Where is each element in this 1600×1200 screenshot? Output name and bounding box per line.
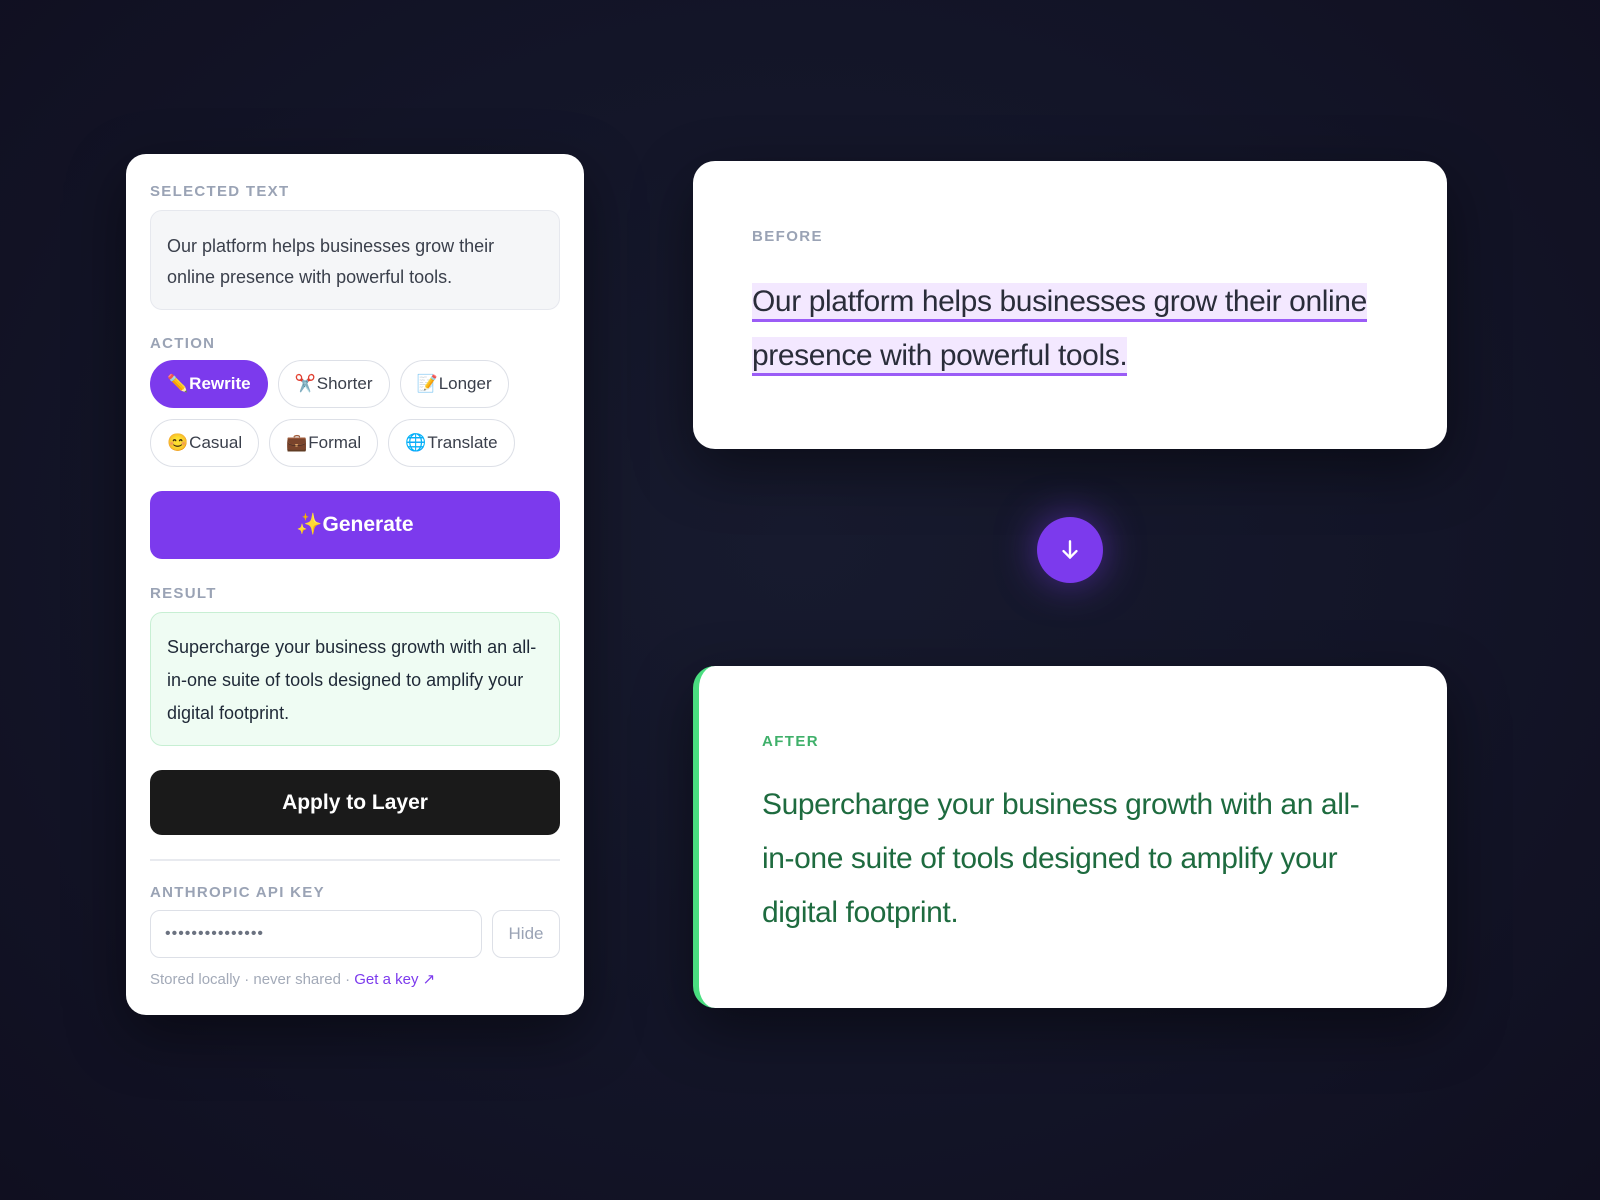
stored-note: Stored locally · never shared · Get a ke…	[150, 970, 560, 988]
pencil-icon: ✏️	[167, 374, 189, 393]
apply-to-layer-button[interactable]: Apply to Layer	[150, 770, 560, 835]
divider	[150, 859, 560, 861]
before-text-line-1: Our platform helps businesses grow their…	[752, 283, 1367, 322]
stored-note-text: Stored locally · never shared ·	[150, 970, 351, 988]
action-chip-label: Casual	[189, 433, 243, 452]
after-label: AFTER	[762, 733, 819, 750]
arrow-down-indicator	[1037, 517, 1103, 583]
action-chip-translate[interactable]: 🌐 Translate	[388, 419, 515, 467]
action-chip-row-1: ✏️ Rewrite ✂️ Shorter 📝 Longer	[150, 360, 560, 408]
api-key-input[interactable]: •••••••••••••••	[150, 909, 482, 958]
scissors-icon: ✂️	[294, 374, 316, 393]
before-card: BEFORE Our platform helps businesses gro…	[693, 161, 1447, 449]
before-text: Our platform helps businesses grow their…	[752, 275, 1389, 383]
result-label: RESULT	[150, 585, 217, 602]
action-chip-formal[interactable]: 💼 Formal	[269, 419, 379, 467]
memo-icon: 📝	[416, 374, 438, 393]
action-chip-label: Rewrite	[189, 374, 251, 393]
after-card: AFTER Supercharge your business growth w…	[693, 666, 1447, 1008]
get-key-link[interactable]: Get a key ↗	[354, 971, 435, 988]
action-chip-label: Shorter	[316, 374, 373, 393]
action-chip-label: Translate	[427, 433, 498, 452]
before-label: BEFORE	[752, 228, 823, 245]
globe-icon: 🌐	[405, 433, 427, 452]
action-chip-label: Formal	[308, 433, 362, 452]
selected-text-label: SELECTED TEXT	[150, 183, 290, 200]
selected-text-box: Our platform helps businesses grow their…	[150, 210, 560, 310]
action-chip-rewrite[interactable]: ✏️ Rewrite	[150, 360, 268, 408]
before-text-line-2: presence with powerful tools.	[752, 337, 1128, 376]
action-chip-row-2: 😊 Casual 💼 Formal 🌐 Translate	[150, 419, 560, 467]
action-chip-casual[interactable]: 😊 Casual	[150, 419, 260, 467]
result-text-box: Supercharge your business growth with an…	[150, 612, 560, 746]
api-key-label: ANTHROPIC API KEY	[150, 883, 325, 901]
smile-icon: 😊	[167, 433, 189, 452]
after-text: Supercharge your business growth with an…	[762, 788, 1360, 929]
action-label: ACTION	[150, 335, 216, 352]
api-key-row: ••••••••••••••• Hide	[150, 909, 560, 958]
action-chip-shorter[interactable]: ✂️ Shorter	[277, 360, 390, 408]
action-chip-longer[interactable]: 📝 Longer	[399, 360, 509, 408]
action-chip-label: Longer	[438, 374, 492, 393]
plugin-panel: SELECTED TEXT Our platform helps busines…	[126, 154, 584, 1015]
generate-button[interactable]: ✨Generate	[150, 491, 560, 559]
hide-key-button[interactable]: Hide	[492, 909, 560, 958]
briefcase-icon: 💼	[286, 433, 308, 452]
arrow-down-icon	[1062, 540, 1078, 559]
